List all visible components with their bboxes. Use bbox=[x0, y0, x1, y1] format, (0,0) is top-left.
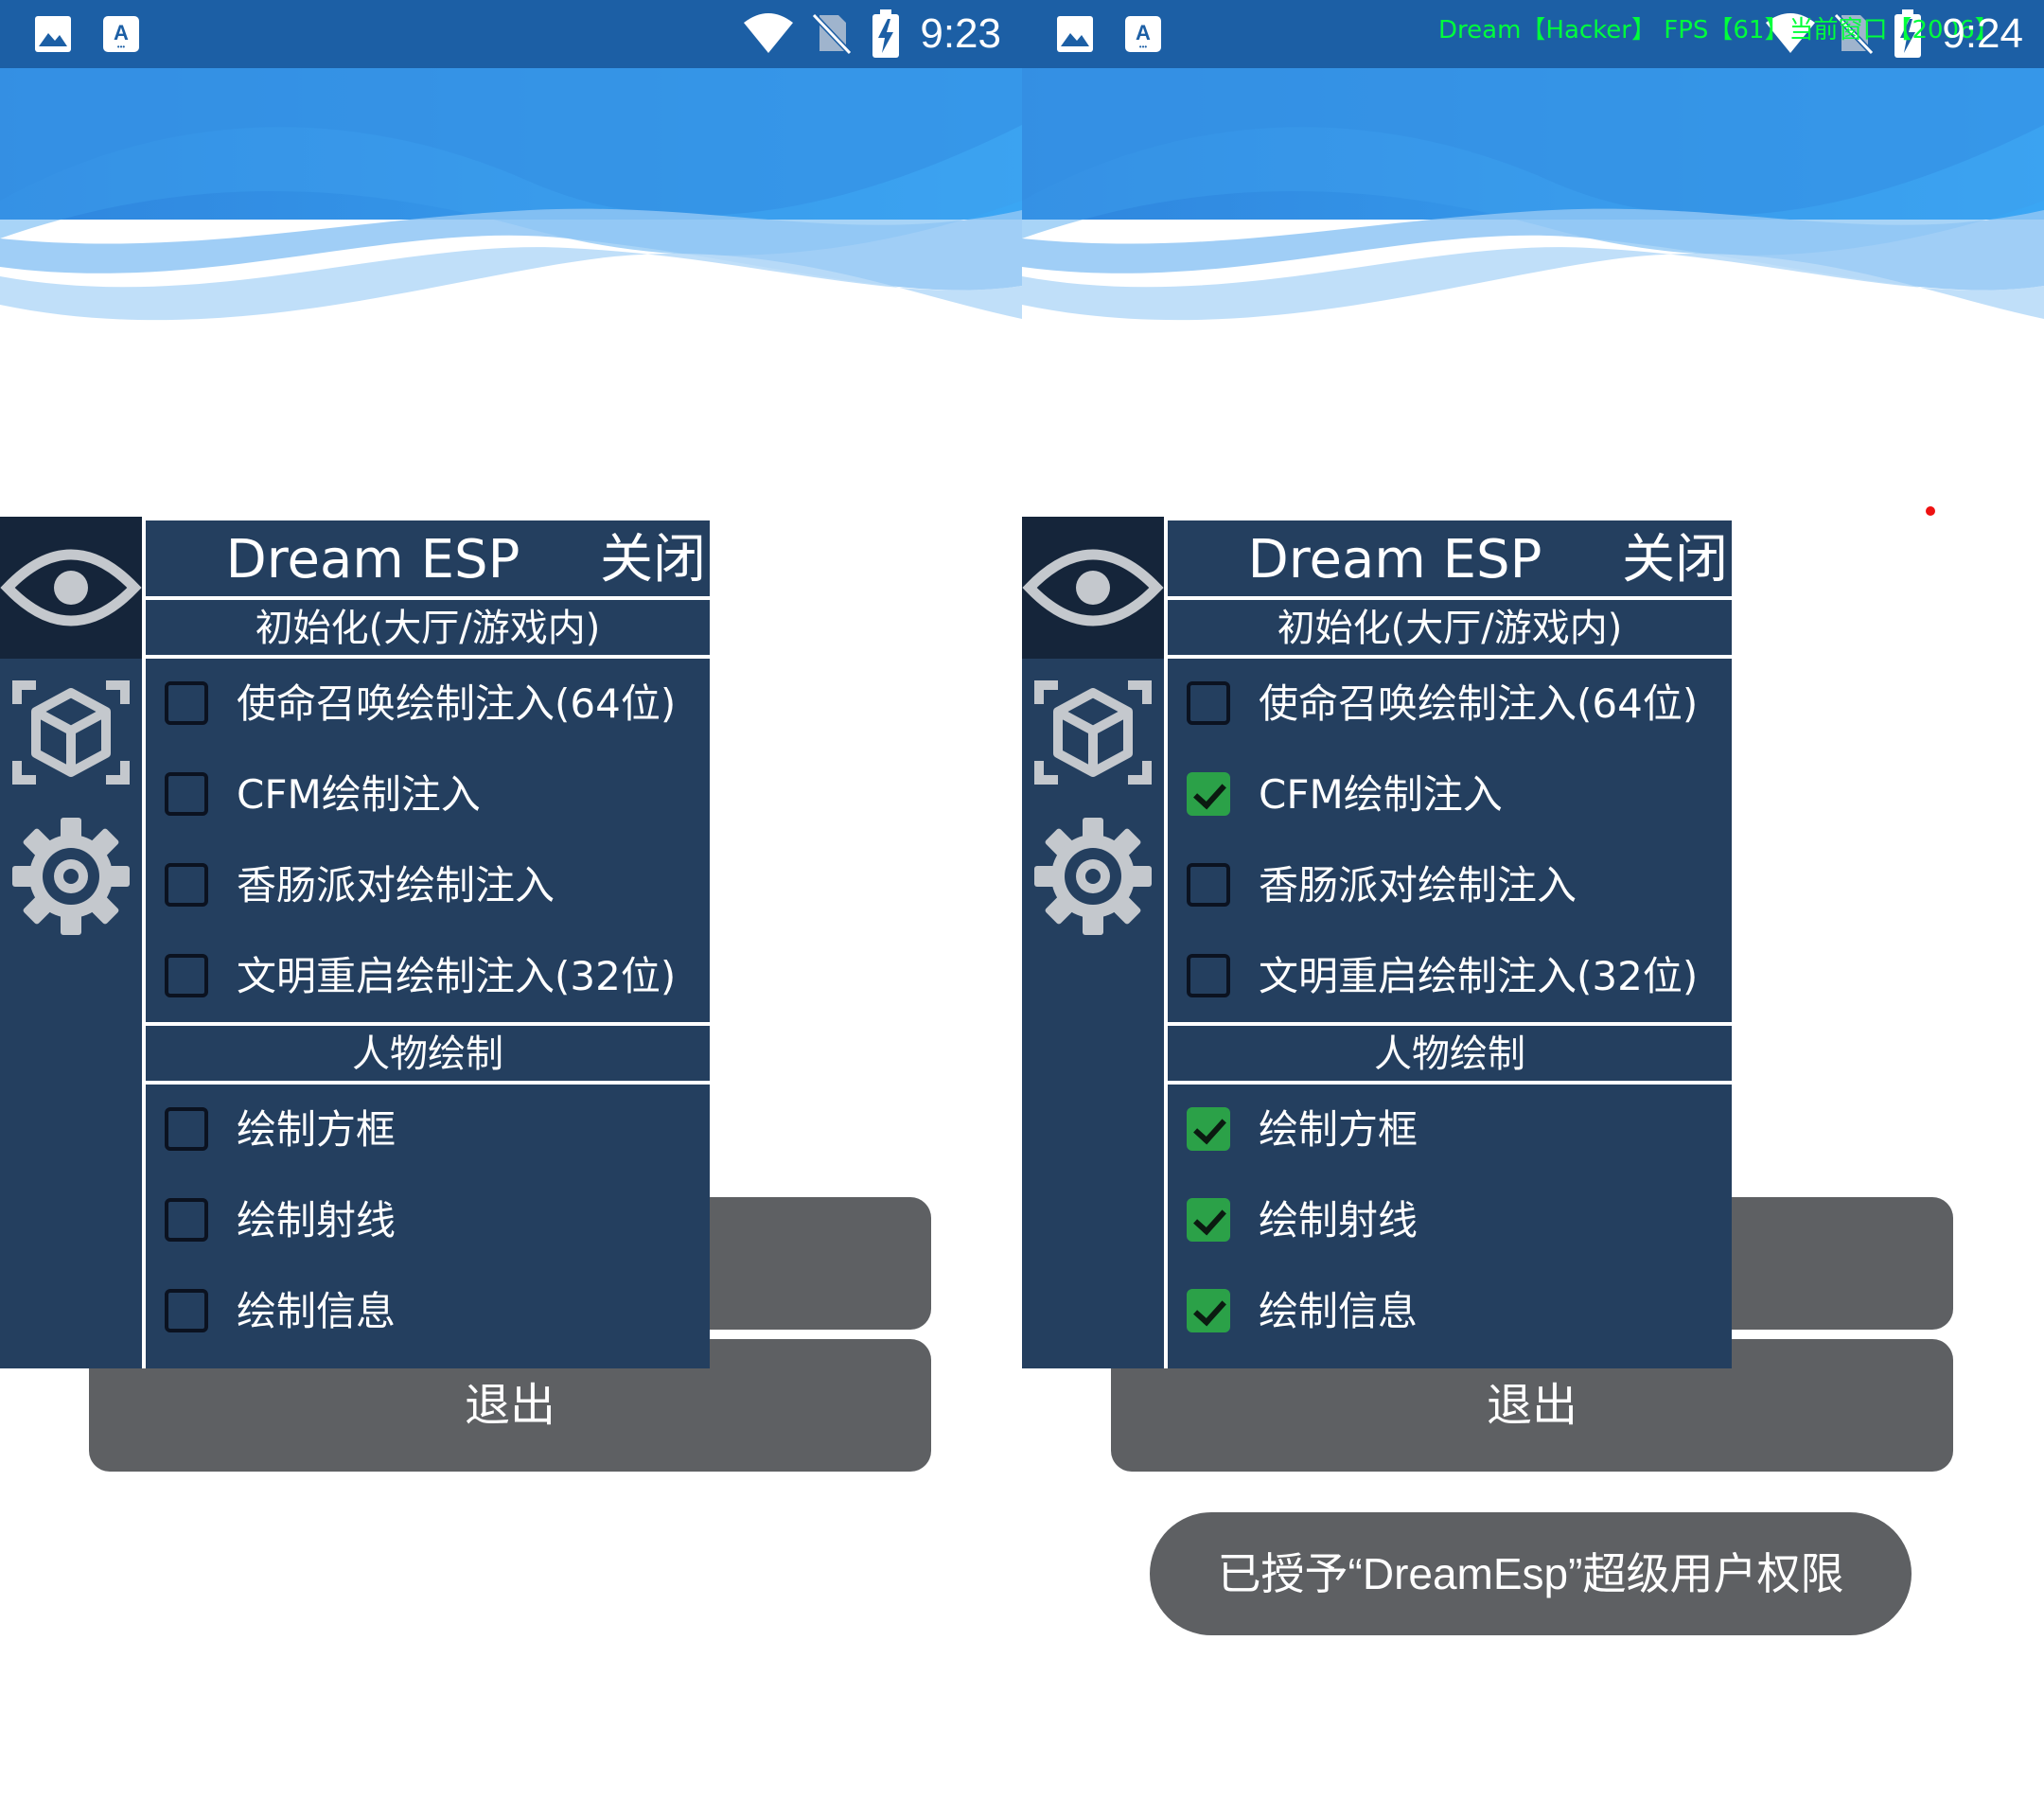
checkbox-label: 绘制射线 bbox=[1259, 1197, 1418, 1244]
image-icon bbox=[35, 16, 71, 52]
red-dot-marker bbox=[1926, 506, 1935, 516]
checkbox-label: 文明重启绘制注入(32位) bbox=[237, 953, 677, 999]
eye-icon bbox=[0, 549, 142, 626]
svg-text:A: A bbox=[1136, 21, 1151, 44]
phone-screen-left: A ••• 9:23 退出 Dream ESP 关闭 初始化(大厅/游戏内) 使… bbox=[0, 0, 1022, 1817]
keyboard-a-icon: A ••• bbox=[103, 16, 139, 52]
checkbox[interactable] bbox=[165, 1198, 208, 1242]
checkbox-row-civ-reboot[interactable]: 文明重启绘制注入(32位) bbox=[146, 931, 710, 1022]
checkbox[interactable] bbox=[1187, 1107, 1230, 1151]
checkbox[interactable] bbox=[1187, 681, 1230, 725]
checkbox-row-draw-box[interactable]: 绘制方框 bbox=[1168, 1085, 1732, 1175]
sidebar-tab-view[interactable] bbox=[1022, 517, 1164, 659]
svg-text:A: A bbox=[114, 21, 129, 44]
eye-icon bbox=[1022, 549, 1164, 626]
image-icon bbox=[1057, 16, 1093, 52]
checkbox[interactable] bbox=[165, 681, 208, 725]
checkbox-row-draw-info[interactable]: 绘制信息 bbox=[1168, 1266, 1732, 1357]
keyboard-a-icon: A ••• bbox=[1125, 16, 1161, 52]
svg-text:•••: ••• bbox=[117, 43, 126, 51]
checkbox[interactable] bbox=[1187, 1198, 1230, 1242]
esp-sidebar bbox=[0, 517, 142, 1368]
checkbox[interactable] bbox=[1187, 772, 1230, 816]
status-time: 9:24 bbox=[1942, 10, 2023, 57]
checkbox-label: 绘制射线 bbox=[237, 1197, 396, 1244]
header-wave-background bbox=[0, 68, 1022, 321]
battery-charging-icon bbox=[872, 9, 899, 58]
gear-icon[interactable] bbox=[0, 810, 142, 943]
checkbox-label: CFM绘制注入 bbox=[237, 771, 481, 818]
checkbox-label: 使命召唤绘制注入(64位) bbox=[237, 680, 677, 727]
checkbox-label: 文明重启绘制注入(32位) bbox=[1259, 953, 1699, 999]
checkbox[interactable] bbox=[1187, 954, 1230, 997]
esp-menu-panel: Dream ESP 关闭 初始化(大厅/游戏内) 使命召唤绘制注入(64位) C… bbox=[142, 517, 710, 1368]
checkbox-label: 绘制信息 bbox=[237, 1288, 396, 1334]
checkbox[interactable] bbox=[165, 863, 208, 907]
panel-title-bar: Dream ESP 关闭 bbox=[146, 520, 710, 596]
checkbox[interactable] bbox=[1187, 863, 1230, 907]
esp-menu-panel: Dream ESP 关闭 初始化(大厅/游戏内) 使命召唤绘制注入(64位) C… bbox=[1164, 517, 1732, 1368]
close-button[interactable]: 关闭 bbox=[600, 520, 706, 596]
checkbox[interactable] bbox=[165, 954, 208, 997]
section-character-items: 绘制方框 绘制射线 绘制信息 bbox=[146, 1085, 710, 1368]
checkbox-row-draw-box[interactable]: 绘制方框 bbox=[146, 1085, 710, 1175]
status-time: 9:23 bbox=[920, 10, 1001, 57]
cube-icon[interactable] bbox=[0, 666, 142, 799]
header-wave-background bbox=[1022, 68, 2044, 321]
checkbox-label: 绘制信息 bbox=[1259, 1288, 1418, 1334]
checkbox-row-civ-reboot[interactable]: 文明重启绘制注入(32位) bbox=[1168, 931, 1732, 1022]
checkbox-row-draw-line[interactable]: 绘制射线 bbox=[146, 1175, 710, 1266]
checkbox-row-sausage[interactable]: 香肠派对绘制注入 bbox=[1168, 840, 1732, 931]
checkbox-label: 香肠派对绘制注入 bbox=[237, 862, 555, 908]
panel-title-bar: Dream ESP 关闭 bbox=[1168, 520, 1732, 596]
status-bar: A ••• Dream【Hacker】 FPS【61】当前窗口【2006】 9:… bbox=[1022, 0, 2044, 68]
phone-screen-right: A ••• Dream【Hacker】 FPS【61】当前窗口【2006】 9:… bbox=[1022, 0, 2044, 1817]
gear-icon[interactable] bbox=[1022, 810, 1164, 943]
cube-icon[interactable] bbox=[1022, 666, 1164, 799]
checkbox[interactable] bbox=[1187, 1289, 1230, 1332]
wifi-icon bbox=[744, 13, 793, 53]
checkbox-row-draw-info[interactable]: 绘制信息 bbox=[146, 1266, 710, 1357]
checkbox-label: 使命召唤绘制注入(64位) bbox=[1259, 680, 1699, 727]
checkbox-row-codm[interactable]: 使命召唤绘制注入(64位) bbox=[1168, 659, 1732, 750]
esp-sidebar bbox=[1022, 517, 1164, 1368]
section-header-init: 初始化(大厅/游戏内) bbox=[1168, 600, 1732, 655]
checkbox-label: CFM绘制注入 bbox=[1259, 771, 1503, 818]
svg-text:•••: ••• bbox=[1139, 43, 1148, 51]
no-sim-icon bbox=[811, 12, 852, 55]
section-header-character: 人物绘制 bbox=[1168, 1026, 1732, 1081]
section-header-init: 初始化(大厅/游戏内) bbox=[146, 600, 710, 655]
checkbox[interactable] bbox=[165, 1107, 208, 1151]
checkbox-row-codm[interactable]: 使命召唤绘制注入(64位) bbox=[146, 659, 710, 750]
panel-title: Dream ESP bbox=[1247, 529, 1542, 591]
checkbox[interactable] bbox=[165, 1289, 208, 1332]
panel-title: Dream ESP bbox=[225, 529, 520, 591]
status-bar: A ••• 9:23 bbox=[0, 0, 1022, 68]
section-init-items: 使命召唤绘制注入(64位) CFM绘制注入 香肠派对绘制注入 文明重启绘制注入(… bbox=[1168, 659, 1732, 1022]
superuser-toast: 已授予“DreamEsp”超级用户权限 bbox=[1150, 1512, 1912, 1635]
checkbox[interactable] bbox=[165, 772, 208, 816]
fps-overlay-text: Dream【Hacker】 FPS【61】当前窗口【2006】 bbox=[1438, 16, 2000, 44]
checkbox-row-cfm[interactable]: CFM绘制注入 bbox=[1168, 750, 1732, 840]
checkbox-row-cfm[interactable]: CFM绘制注入 bbox=[146, 750, 710, 840]
checkbox-label: 绘制方框 bbox=[1259, 1106, 1418, 1153]
checkbox-row-sausage[interactable]: 香肠派对绘制注入 bbox=[146, 840, 710, 931]
checkbox-row-draw-line[interactable]: 绘制射线 bbox=[1168, 1175, 1732, 1266]
checkbox-label: 香肠派对绘制注入 bbox=[1259, 862, 1577, 908]
checkbox-label: 绘制方框 bbox=[237, 1106, 396, 1153]
section-character-items: 绘制方框 绘制射线 绘制信息 bbox=[1168, 1085, 1732, 1368]
sidebar-tab-view[interactable] bbox=[0, 517, 142, 659]
close-button[interactable]: 关闭 bbox=[1622, 520, 1728, 596]
section-init-items: 使命召唤绘制注入(64位) CFM绘制注入 香肠派对绘制注入 文明重启绘制注入(… bbox=[146, 659, 710, 1022]
section-header-character: 人物绘制 bbox=[146, 1026, 710, 1081]
